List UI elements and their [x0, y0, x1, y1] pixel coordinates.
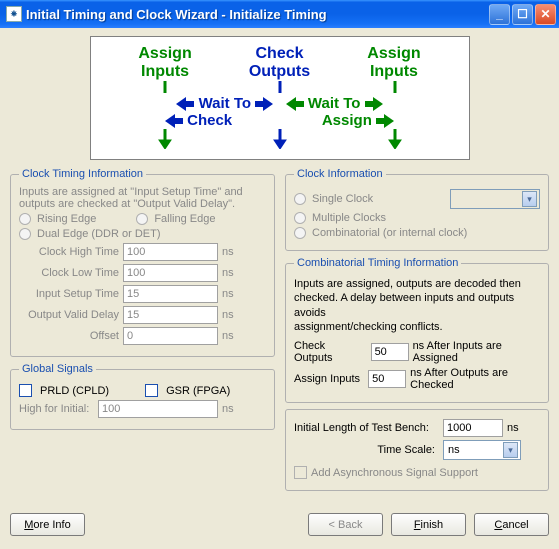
cancel-button[interactable]: Cancel [474, 513, 549, 536]
check-outputs-input[interactable] [371, 343, 409, 361]
tb-length-input[interactable] [443, 419, 503, 437]
combti-desc: Inputs are assigned, outputs are decoded… [294, 277, 540, 334]
check-outputs-label: Check Outputs [294, 340, 367, 364]
tb-length-label: Initial Length of Test Bench: [294, 422, 439, 434]
clock-low-input[interactable] [123, 264, 218, 282]
cti-legend: Clock Timing Information [19, 168, 146, 180]
falling-edge-radio[interactable] [136, 213, 148, 225]
assign-inputs-input[interactable] [368, 370, 406, 388]
chevron-down-icon: ▾ [522, 191, 537, 207]
after-inputs-label: ns After Inputs are Assigned [413, 340, 540, 364]
combinatorial-timing-group: Combinatorial Timing Information Inputs … [285, 257, 549, 403]
time-scale-label: Time Scale: [294, 444, 439, 456]
window-controls: _ ☐ ✕ [489, 4, 556, 25]
clock-information-group: Clock Information Single Clock ▾ Multipl… [285, 168, 549, 251]
clock-low-label: Clock Low Time [19, 267, 119, 279]
combinatorial-radio[interactable] [294, 227, 306, 239]
prld-label: PRLD (CPLD) [40, 385, 109, 397]
close-button[interactable]: ✕ [535, 4, 556, 25]
offset-input[interactable] [123, 327, 218, 345]
diagram-down-arrows-1 [110, 81, 450, 93]
global-signals-group: Global Signals PRLD (CPLD) GSR (FPGA) Hi… [10, 363, 275, 430]
ns-unit: ns [222, 246, 234, 258]
single-clock-select[interactable]: ▾ [450, 189, 540, 209]
gs-legend: Global Signals [19, 363, 96, 375]
single-clock-label: Single Clock [312, 193, 373, 205]
dual-edge-radio[interactable] [19, 228, 31, 240]
cti-desc: Inputs are assigned at "Input Setup Time… [19, 186, 266, 210]
window-title: Initial Timing and Clock Wizard - Initia… [26, 7, 489, 22]
app-icon: ⎈ [6, 6, 22, 22]
output-valid-input[interactable] [123, 306, 218, 324]
high-initial-input[interactable] [98, 400, 218, 418]
high-initial-label: High for Initial: [19, 403, 94, 415]
clock-high-label: Clock High Time [19, 246, 119, 258]
more-info-button[interactable]: More Info [10, 513, 85, 536]
after-outputs-label: ns After Outputs are Checked [410, 367, 540, 391]
prld-checkbox[interactable] [19, 384, 32, 397]
time-scale-value: ns [448, 444, 460, 456]
assign-inputs-label: Assign Inputs [294, 373, 364, 385]
time-scale-select[interactable]: ns ▾ [443, 440, 521, 460]
rising-edge-radio[interactable] [19, 213, 31, 225]
arrow-left-blue-2 [165, 114, 183, 128]
arrow-left-green [286, 97, 304, 111]
multiple-clocks-label: Multiple Clocks [312, 212, 386, 224]
timing-diagram: AssignInputs CheckOutputs AssignInputs W… [90, 36, 470, 160]
multiple-clocks-radio[interactable] [294, 212, 306, 224]
arrow-right-green-2 [376, 114, 394, 128]
combti-legend: Combinatorial Timing Information [294, 257, 461, 269]
async-checkbox[interactable] [294, 466, 307, 479]
diagram-down-arrows-2 [110, 129, 450, 149]
arrow-right-blue [255, 97, 273, 111]
arrow-left-blue-1 [176, 97, 194, 111]
async-label: Add Asynchronous Signal Support [311, 467, 478, 479]
falling-edge-label: Falling Edge [154, 213, 215, 225]
gsr-label: GSR (FPGA) [166, 385, 230, 397]
rising-edge-label: Rising Edge [37, 213, 96, 225]
minimize-button[interactable]: _ [489, 4, 510, 25]
ci-legend: Clock Information [294, 168, 386, 180]
back-button[interactable]: < Back [308, 513, 383, 536]
clock-timing-info-group: Clock Timing Information Inputs are assi… [10, 168, 275, 357]
single-clock-radio[interactable] [294, 193, 306, 205]
footer-buttons: More Info < Back Finish Cancel [0, 505, 559, 546]
input-setup-label: Input Setup Time [19, 288, 119, 300]
chevron-down-icon: ▾ [503, 442, 518, 458]
offset-label: Offset [19, 330, 119, 342]
arrow-right-green [365, 97, 383, 111]
titlebar: ⎈ Initial Timing and Clock Wizard - Init… [0, 0, 559, 28]
input-setup-input[interactable] [123, 285, 218, 303]
test-bench-group: Initial Length of Test Bench: ns Time Sc… [285, 409, 549, 491]
clock-high-input[interactable] [123, 243, 218, 261]
output-valid-label: Output Valid Delay [19, 309, 119, 321]
combinatorial-label: Combinatorial (or internal clock) [312, 227, 467, 239]
dual-edge-label: Dual Edge (DDR or DET) [37, 228, 160, 240]
finish-button[interactable]: Finish [391, 513, 466, 536]
gsr-checkbox[interactable] [145, 384, 158, 397]
maximize-button[interactable]: ☐ [512, 4, 533, 25]
